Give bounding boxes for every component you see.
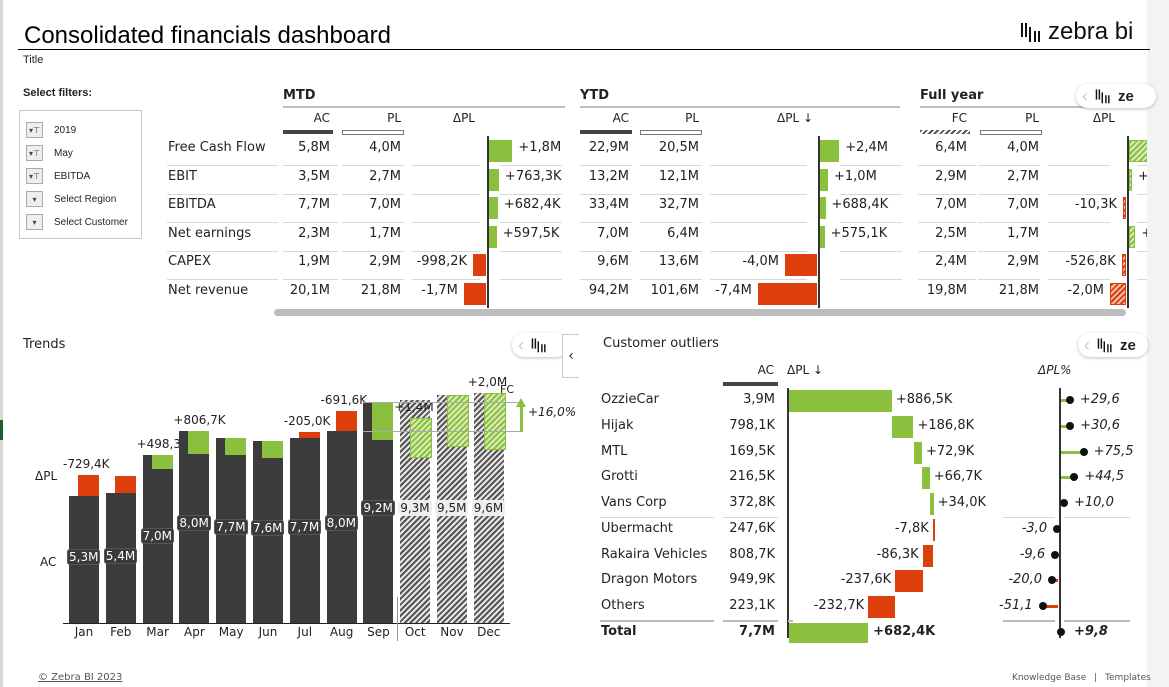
waterfall-bar bbox=[929, 493, 934, 515]
total-percent-label: +9,8 bbox=[1074, 624, 1108, 639]
customer-ac: 949,9K bbox=[729, 572, 775, 587]
waterfall-label: -86,3K bbox=[876, 547, 919, 562]
column-header-dpl[interactable]: ΔPL ↓ bbox=[787, 363, 823, 377]
total-separator bbox=[1064, 620, 1130, 622]
column-marker-ac bbox=[723, 382, 778, 386]
copyright-link[interactable]: © Zebra BI 2023 bbox=[38, 672, 122, 683]
customer-ac: 223,1K bbox=[729, 598, 775, 613]
percent-label: +44,5 bbox=[1084, 469, 1125, 484]
percent-label: -3,0 bbox=[1021, 521, 1048, 536]
customer-ac: 3,9M bbox=[743, 392, 775, 407]
logo-text: ze bbox=[1120, 336, 1136, 354]
waterfall-label: +886,5K bbox=[895, 392, 953, 407]
customer-name[interactable]: OzzieCar bbox=[601, 392, 659, 407]
customer-ac: 169,5K bbox=[729, 444, 775, 459]
waterfall-bar bbox=[913, 442, 922, 464]
total-separator bbox=[788, 620, 793, 622]
total-separator bbox=[600, 620, 714, 622]
waterfall-label: +34,0K bbox=[937, 495, 986, 510]
customer-name[interactable]: Rakaira Vehicles bbox=[601, 547, 707, 562]
group-separator bbox=[600, 517, 714, 518]
percent-label: +30,6 bbox=[1080, 418, 1121, 433]
zebra-logo-icon bbox=[1097, 338, 1112, 353]
waterfall-bar bbox=[921, 467, 930, 489]
total-lollipop-dot bbox=[1057, 628, 1065, 636]
total-separator bbox=[1003, 620, 1055, 622]
lollipop-dot bbox=[1066, 422, 1075, 430]
waterfall-label: +72,9K bbox=[925, 444, 975, 459]
total-label: Total bbox=[601, 624, 637, 639]
customer-name[interactable]: Dragon Motors bbox=[601, 572, 697, 587]
footer-separator: | bbox=[1094, 673, 1098, 683]
customer-ac: 798,1K bbox=[729, 418, 775, 433]
total-delta-label: +682,4K bbox=[873, 624, 936, 639]
lollipop-dot bbox=[1060, 499, 1068, 507]
column-header-dplpct[interactable]: ΔPL% bbox=[1038, 363, 1072, 377]
knowledge-base-link[interactable]: Knowledge Base bbox=[1012, 673, 1086, 683]
customer-name[interactable]: Others bbox=[601, 598, 645, 613]
percent-label: +75,5 bbox=[1093, 444, 1134, 459]
waterfall-label: -237,6K bbox=[840, 572, 892, 587]
percent-label: +29,6 bbox=[1079, 392, 1120, 407]
percent-label: -20,0 bbox=[1008, 572, 1042, 587]
group-separator bbox=[1003, 517, 1055, 518]
waterfall-bar bbox=[895, 570, 923, 592]
waterfall-bar bbox=[789, 390, 892, 412]
customer-ac: 216,5K bbox=[729, 469, 775, 484]
waterfall-label: +66,7K bbox=[933, 469, 983, 484]
customer-name[interactable]: Grotti bbox=[601, 469, 638, 484]
lollipop-dot bbox=[1038, 602, 1047, 610]
lollipop-dot bbox=[1070, 473, 1079, 481]
customer-outliers-table: AC ΔPL ↓ ΔPL% OzzieCar 3,9M +886,5K +29,6 Hijak… bbox=[0, 0, 1147, 660]
waterfall-label: -232,7K bbox=[813, 598, 865, 613]
customer-ac: 247,6K bbox=[729, 521, 775, 536]
zebra-visual-toggle[interactable]: ‹ ze bbox=[1078, 333, 1148, 357]
customer-ac: 372,8K bbox=[729, 495, 775, 510]
customer-name[interactable]: Hijak bbox=[601, 418, 634, 433]
chevron-left-icon: ‹ bbox=[1084, 334, 1090, 355]
waterfall-bar bbox=[922, 545, 933, 567]
customer-name[interactable]: Vans Corp bbox=[601, 495, 667, 510]
lollipop-dot bbox=[1079, 448, 1088, 456]
footer-links: Knowledge Base | Templates bbox=[1012, 673, 1151, 683]
percent-label: -9,6 bbox=[1019, 547, 1046, 562]
lollipop-dot bbox=[1065, 396, 1074, 404]
waterfall-label: +186,8K bbox=[917, 418, 975, 433]
column-header-ac[interactable]: AC bbox=[724, 363, 774, 377]
lollipop-dot bbox=[1048, 576, 1056, 584]
templates-link[interactable]: Templates bbox=[1105, 673, 1151, 683]
customer-name[interactable]: Ubermacht bbox=[601, 521, 673, 536]
customer-ac: 808,7K bbox=[729, 547, 775, 562]
waterfall-label: -7,8K bbox=[894, 521, 929, 536]
total-bar bbox=[789, 623, 869, 643]
waterfall-bar bbox=[868, 596, 896, 618]
customer-name[interactable]: MTL bbox=[601, 444, 627, 459]
group-separator bbox=[1064, 517, 1130, 518]
total-separator bbox=[723, 620, 778, 622]
percent-label: -51,1 bbox=[999, 598, 1033, 613]
waterfall-bar bbox=[891, 416, 914, 438]
total-ac: 7,7M bbox=[739, 624, 775, 639]
percent-label: +10,0 bbox=[1074, 495, 1114, 510]
group-separator bbox=[723, 517, 778, 518]
waterfall-bar bbox=[932, 519, 935, 541]
